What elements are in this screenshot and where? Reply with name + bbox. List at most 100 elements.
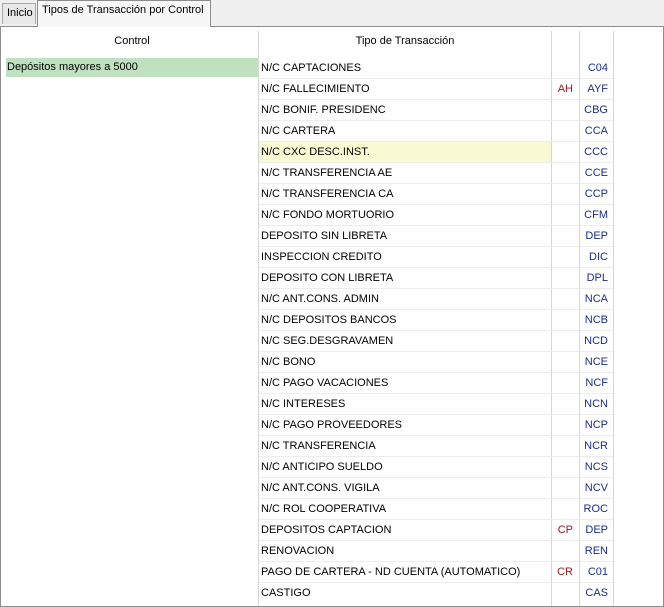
- tipo-transaccion-cell: N/C DEPOSITOS BANCOS: [261, 314, 397, 326]
- table-row[interactable]: N/C TRANSFERENCIA AE CCE: [1, 163, 663, 184]
- table-row[interactable]: N/C CAPTACIONES C04: [1, 58, 663, 79]
- code-cell: CCP: [584, 188, 608, 200]
- flag-cell: [552, 121, 579, 141]
- table-row[interactable]: N/C PAGO PROVEEDORES NCP: [1, 415, 663, 436]
- table-row[interactable]: N/C DEPOSITOS BANCOS NCB: [1, 310, 663, 331]
- flag-cell: [552, 310, 579, 330]
- row-divider: [259, 246, 613, 247]
- table-row[interactable]: N/C TRANSFERENCIA CA CCP: [1, 184, 663, 205]
- code-cell: NCA: [584, 293, 608, 305]
- row-divider: [259, 498, 613, 499]
- flag-cell: [552, 226, 579, 246]
- table-row[interactable]: N/C INTERESES NCN: [1, 394, 663, 415]
- tipo-transaccion-cell: DEPOSITOS CAPTACION: [261, 524, 392, 536]
- transaction-types-grid: Control Tipo de Transacción Depósitos ma…: [0, 26, 664, 607]
- column-header-code[interactable]: [580, 31, 613, 52]
- tipo-transaccion-cell: N/C CARTERA: [261, 125, 336, 137]
- table-row[interactable]: N/C ANT.CONS. VIGILA NCV: [1, 478, 663, 499]
- code-cell: CFM: [584, 209, 608, 221]
- flag-cell: [552, 268, 579, 288]
- row-divider: [259, 519, 613, 520]
- table-row[interactable]: CASTIGO CAS: [1, 583, 663, 604]
- tipo-transaccion-cell: DEPOSITO SIN LIBRETA: [261, 230, 388, 242]
- code-cell: NCE: [584, 356, 608, 368]
- code-cell: NCF: [585, 377, 608, 389]
- code-cell: NCR: [584, 440, 608, 452]
- row-divider: [259, 267, 613, 268]
- table-row[interactable]: N/C ROL COOPERATIVA ROC: [1, 499, 663, 520]
- table-row[interactable]: N/C CXC DESC.INST. CCC: [1, 142, 663, 163]
- flag-cell: AH: [557, 83, 573, 95]
- tipo-transaccion-cell: N/C INTERESES: [261, 398, 346, 410]
- tipo-transaccion-cell: N/C BONO: [261, 356, 316, 368]
- code-cell: NCP: [584, 419, 608, 431]
- flag-cell: [552, 247, 579, 267]
- row-divider: [259, 561, 613, 562]
- tipo-transaccion-cell: N/C TRANSFERENCIA: [261, 440, 376, 452]
- code-cell: CBG: [584, 104, 608, 116]
- tab-inicio[interactable]: Inicio: [2, 3, 36, 24]
- row-divider: [259, 393, 613, 394]
- flag-cell: [552, 478, 579, 498]
- tipo-transaccion-cell: N/C ROL COOPERATIVA: [261, 503, 387, 515]
- code-cell: DEP: [585, 524, 608, 536]
- table-row[interactable]: N/C ANTICIPO SUELDO NCS: [1, 457, 663, 478]
- tab-tipos-transaccion-por-control[interactable]: Tipos de Transacción por Control: [37, 0, 211, 27]
- flag-cell: [552, 436, 579, 456]
- table-row[interactable]: RENOVACION REN: [1, 541, 663, 562]
- code-cell: DEP: [585, 230, 608, 242]
- tipo-transaccion-cell: N/C TRANSFERENCIA CA: [261, 188, 394, 200]
- code-cell: C01: [587, 566, 608, 578]
- flag-cell: [552, 583, 579, 603]
- table-row[interactable]: DEPOSITO SIN LIBRETA DEP: [1, 226, 663, 247]
- code-cell: REN: [584, 545, 608, 557]
- code-cell: NCD: [584, 335, 608, 347]
- flag-cell: [552, 352, 579, 372]
- column-header-control[interactable]: Control: [6, 31, 258, 52]
- code-cell: C04: [587, 62, 608, 74]
- row-divider: [259, 435, 613, 436]
- tipo-transaccion-cell: N/C CAPTACIONES: [261, 62, 362, 74]
- tipo-transaccion-cell: N/C FONDO MORTUORIO: [261, 209, 395, 221]
- table-row[interactable]: N/C FONDO MORTUORIO CFM: [1, 205, 663, 226]
- row-divider: [259, 351, 613, 352]
- tipo-transaccion-cell: PAGO DE CARTERA - ND CUENTA (AUTOMATICO): [261, 566, 521, 578]
- code-cell: NCV: [584, 482, 608, 494]
- code-cell: CCE: [584, 167, 608, 179]
- table-row[interactable]: N/C PAGO VACACIONES NCF: [1, 373, 663, 394]
- tipo-transaccion-cell: N/C BONIF. PRESIDENC: [261, 104, 386, 116]
- column-header-tipo-transaccion[interactable]: Tipo de Transacción: [259, 31, 551, 52]
- flag-cell: [552, 499, 579, 519]
- table-row[interactable]: N/C CARTERA CCA: [1, 121, 663, 142]
- tipo-transaccion-cell: INSPECCION CREDITO: [261, 251, 382, 263]
- row-divider: [259, 225, 613, 226]
- row-divider: [259, 120, 613, 121]
- tipo-transaccion-cell: N/C CXC DESC.INST.: [259, 142, 551, 162]
- row-divider: [259, 99, 613, 100]
- code-cell: NCB: [584, 314, 608, 326]
- row-divider: [259, 582, 613, 583]
- table-row[interactable]: N/C TRANSFERENCIA NCR: [1, 436, 663, 457]
- flag-cell: [552, 373, 579, 393]
- table-row[interactable]: N/C BONO NCE: [1, 352, 663, 373]
- row-divider: [259, 330, 613, 331]
- table-row[interactable]: DEPOSITO CON LIBRETA DPL: [1, 268, 663, 289]
- row-divider: [259, 414, 613, 415]
- table-row[interactable]: N/C ANT.CONS. ADMIN NCA: [1, 289, 663, 310]
- code-cell: ROC: [583, 503, 608, 515]
- table-row[interactable]: INSPECCION CREDITO DIC: [1, 247, 663, 268]
- table-row[interactable]: DEPOSITOS CAPTACION CP DEP: [1, 520, 663, 541]
- flag-cell: [552, 394, 579, 414]
- table-row[interactable]: N/C FALLECIMIENTO AH AYF: [1, 79, 663, 100]
- column-header-flag[interactable]: [552, 31, 579, 52]
- tipo-transaccion-cell: DEPOSITO CON LIBRETA: [261, 272, 394, 284]
- row-divider: [259, 456, 613, 457]
- code-cell: NCS: [584, 461, 608, 473]
- tipo-transaccion-cell: N/C PAGO PROVEEDORES: [261, 419, 402, 431]
- tipo-transaccion-cell: N/C PAGO VACACIONES: [261, 377, 389, 389]
- table-row[interactable]: N/C BONIF. PRESIDENC CBG: [1, 100, 663, 121]
- table-row[interactable]: N/C SEG.DESGRAVAMEN NCD: [1, 331, 663, 352]
- tipo-transaccion-cell: N/C ANTICIPO SUELDO: [261, 461, 383, 473]
- table-row[interactable]: PAGO DE CARTERA - ND CUENTA (AUTOMATICO)…: [1, 562, 663, 583]
- code-cell: NCN: [584, 398, 608, 410]
